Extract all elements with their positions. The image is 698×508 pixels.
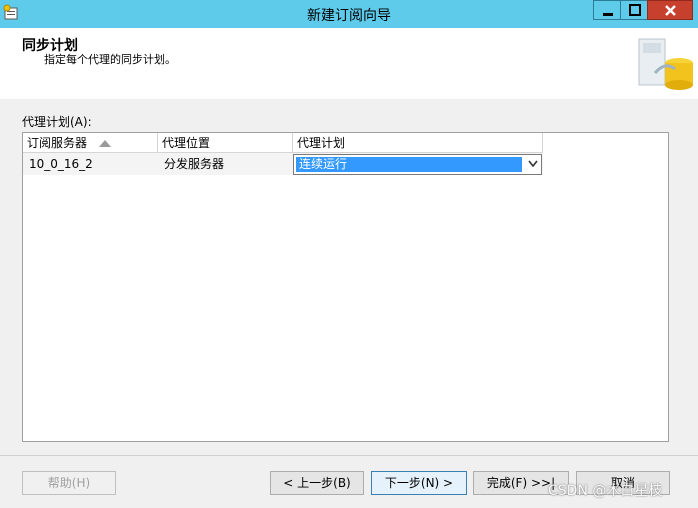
location-cell: 分发服务器: [164, 157, 225, 171]
database-sync-icon: [638, 38, 693, 90]
schedule-dropdown[interactable]: 连续运行: [293, 154, 542, 175]
minimize-button[interactable]: [593, 0, 621, 20]
next-button[interactable]: 下一步(N) >: [371, 471, 467, 495]
minimize-icon: [603, 13, 613, 16]
chevron-down-icon: [528, 160, 538, 168]
schedule-selected-value: 连续运行: [296, 157, 522, 172]
column-header-schedule[interactable]: 代理计划: [293, 133, 543, 153]
subscriber-cell: 10_0_16_2: [29, 157, 93, 171]
header-divider: [0, 98, 698, 99]
agent-schedule-label: 代理计划(A):: [22, 115, 92, 129]
wizard-window: 新建订阅向导 同步计划 指定每个代理的同步计划。 代理计划(A): 订阅服务器 …: [0, 0, 698, 508]
maximize-icon: [629, 4, 641, 16]
watermark: CSDN @木白星枝: [548, 483, 663, 499]
footer-divider: [0, 455, 698, 456]
agent-schedule-grid[interactable]: 订阅服务器 代理位置 代理计划 10_0_16_2 分发服务器 连续运行: [22, 132, 669, 442]
maximize-button[interactable]: [620, 0, 648, 20]
help-button[interactable]: 帮助(H): [22, 471, 116, 495]
wizard-header: 同步计划 指定每个代理的同步计划。: [0, 28, 698, 99]
title-bar[interactable]: 新建订阅向导: [0, 0, 698, 28]
close-button[interactable]: [647, 0, 693, 20]
close-icon: [665, 5, 676, 16]
column-header-subscriber[interactable]: 订阅服务器: [23, 133, 158, 153]
back-button[interactable]: < 上一步(B): [270, 471, 364, 495]
page-subtitle: 指定每个代理的同步计划。: [44, 53, 176, 66]
sort-ascending-icon: [99, 140, 111, 147]
column-header-location[interactable]: 代理位置: [158, 133, 293, 153]
